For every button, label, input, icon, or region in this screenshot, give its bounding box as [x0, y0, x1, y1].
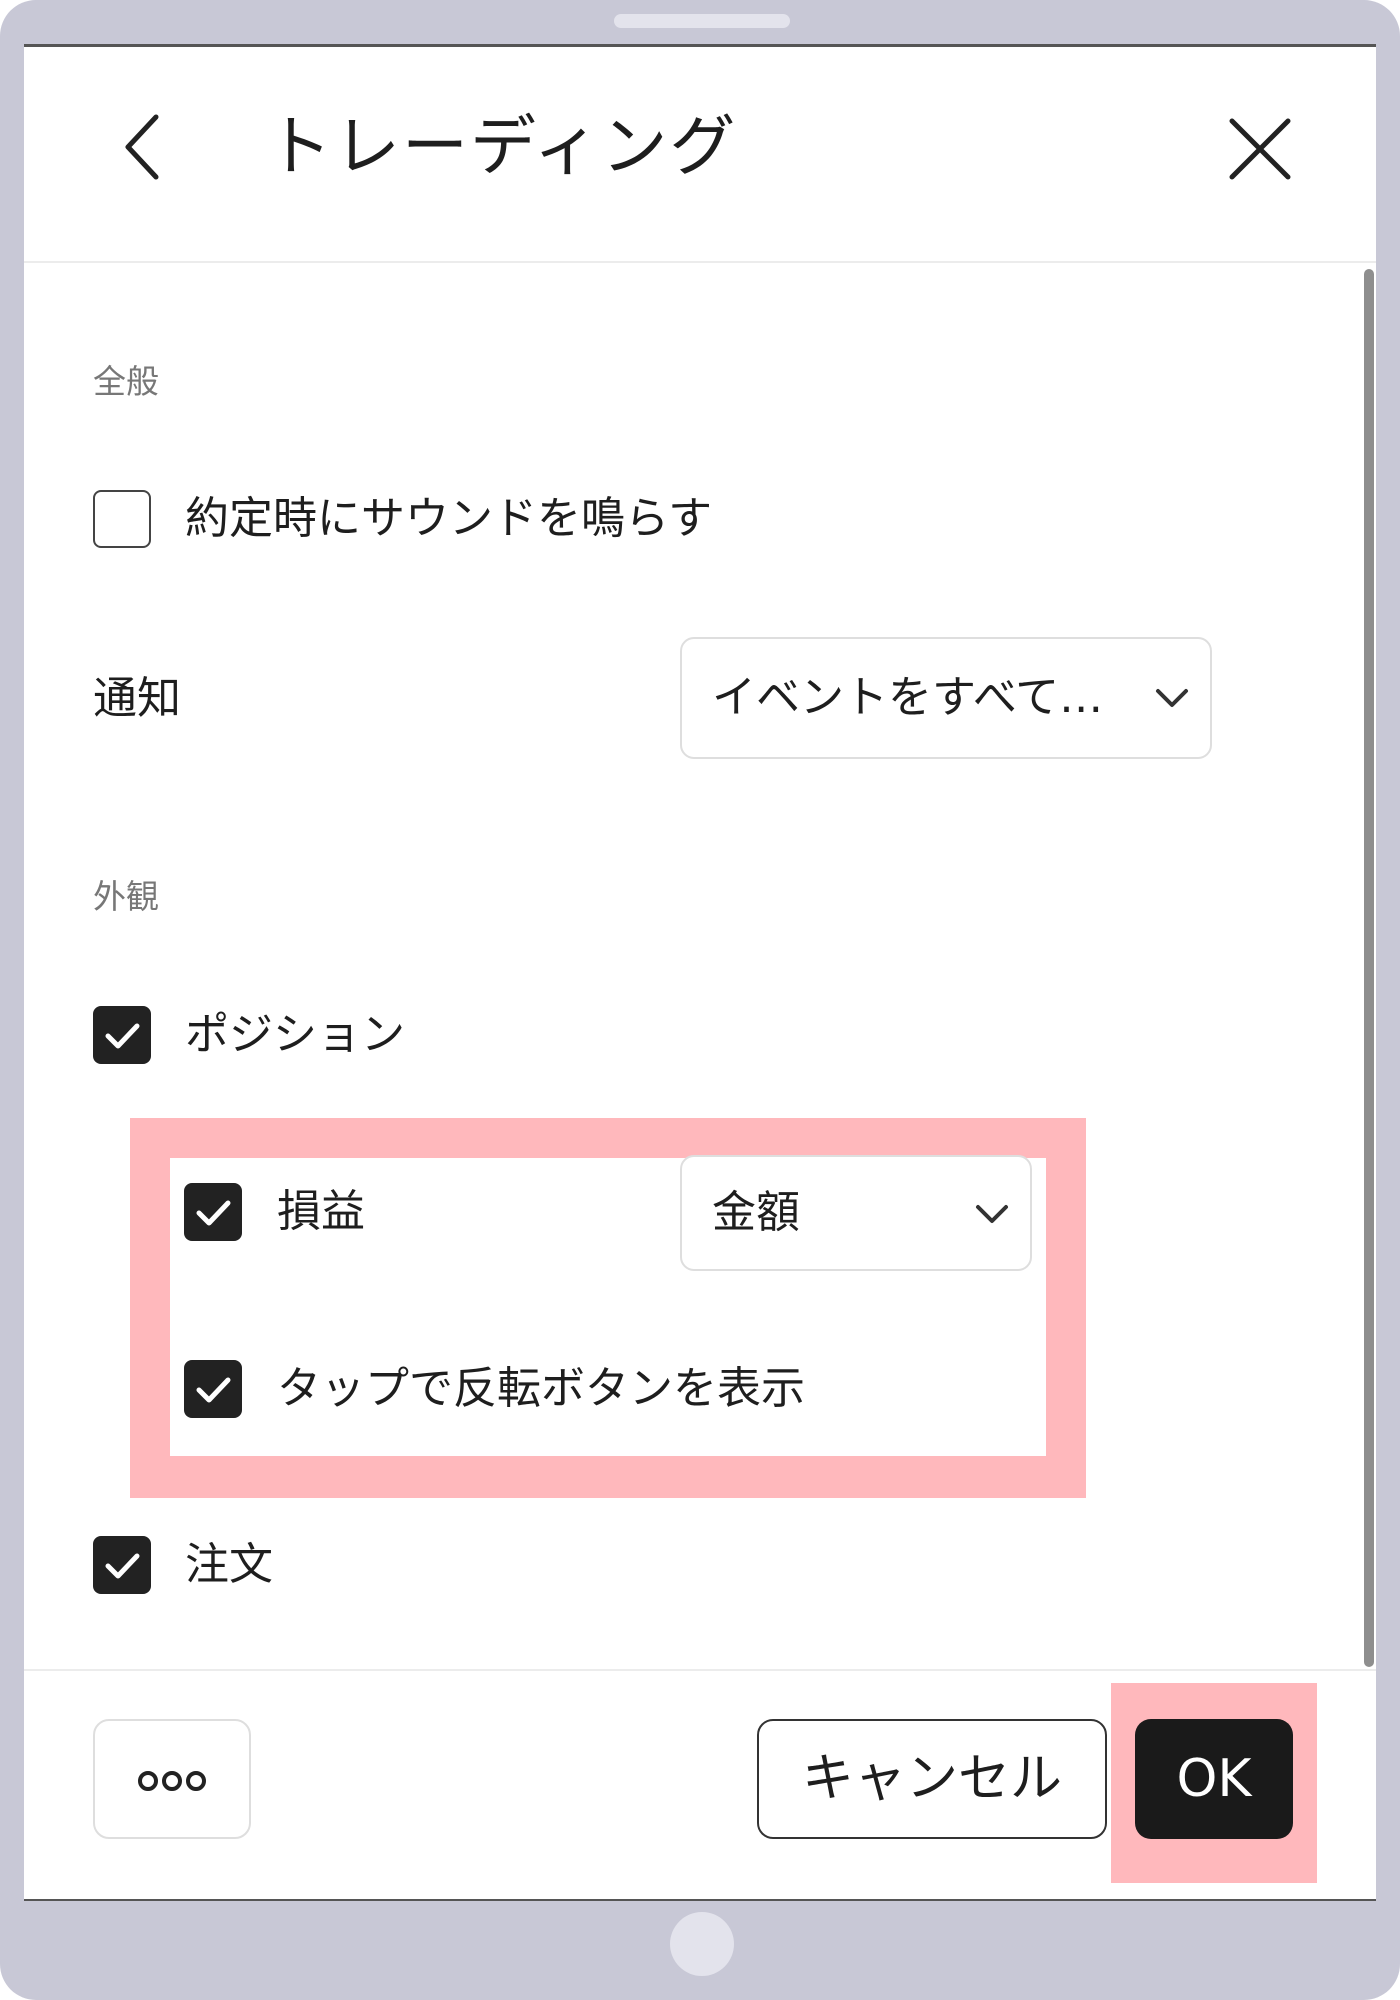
chevron-down-icon [972, 1195, 1012, 1239]
device-speaker [614, 14, 790, 28]
notification-select-value: イベントをすべて… [712, 672, 1104, 723]
section-label-appearance: 外観 [93, 877, 159, 916]
cancel-button[interactable]: キャンセル [757, 1719, 1107, 1839]
tablet-frame: トレーディング 全般 約定時にサウンドを鳴らす 通知 イベントをすべて… 外観 [0, 0, 1400, 2000]
chevron-down-icon [1152, 679, 1192, 723]
pnl-label: 損益 [277, 1186, 365, 1237]
home-button[interactable] [670, 1912, 734, 1976]
pnl-select[interactable]: 金額 [680, 1155, 1032, 1271]
pnl-checkbox[interactable] [184, 1183, 242, 1241]
more-options-button[interactable] [93, 1719, 251, 1839]
sound-checkbox[interactable] [93, 490, 151, 548]
section-label-general: 全般 [93, 362, 159, 401]
positions-label: ポジション [185, 1009, 405, 1060]
notification-label: 通知 [93, 673, 181, 724]
settings-dialog: トレーディング 全般 約定時にサウンドを鳴らす 通知 イベントをすべて… 外観 [24, 44, 1376, 1901]
ok-button[interactable]: OK [1135, 1719, 1293, 1839]
orders-checkbox[interactable] [93, 1536, 151, 1594]
reverse-button-checkbox[interactable] [184, 1360, 242, 1418]
more-dots-icon [138, 1771, 206, 1791]
dialog-header: トレーディング [24, 47, 1376, 263]
positions-checkbox[interactable] [93, 1006, 151, 1064]
close-icon[interactable] [1220, 109, 1300, 189]
orders-label: 注文 [185, 1539, 273, 1590]
pnl-select-value: 金額 [712, 1187, 800, 1238]
sound-label: 約定時にサウンドを鳴らす [185, 493, 713, 544]
scrollbar[interactable] [1364, 269, 1374, 1667]
dialog-title: トレーディング [266, 108, 738, 185]
reverse-button-label: タップで反転ボタンを表示 [277, 1363, 805, 1414]
chevron-left-icon[interactable] [116, 107, 176, 187]
notification-select[interactable]: イベントをすべて… [680, 637, 1212, 759]
